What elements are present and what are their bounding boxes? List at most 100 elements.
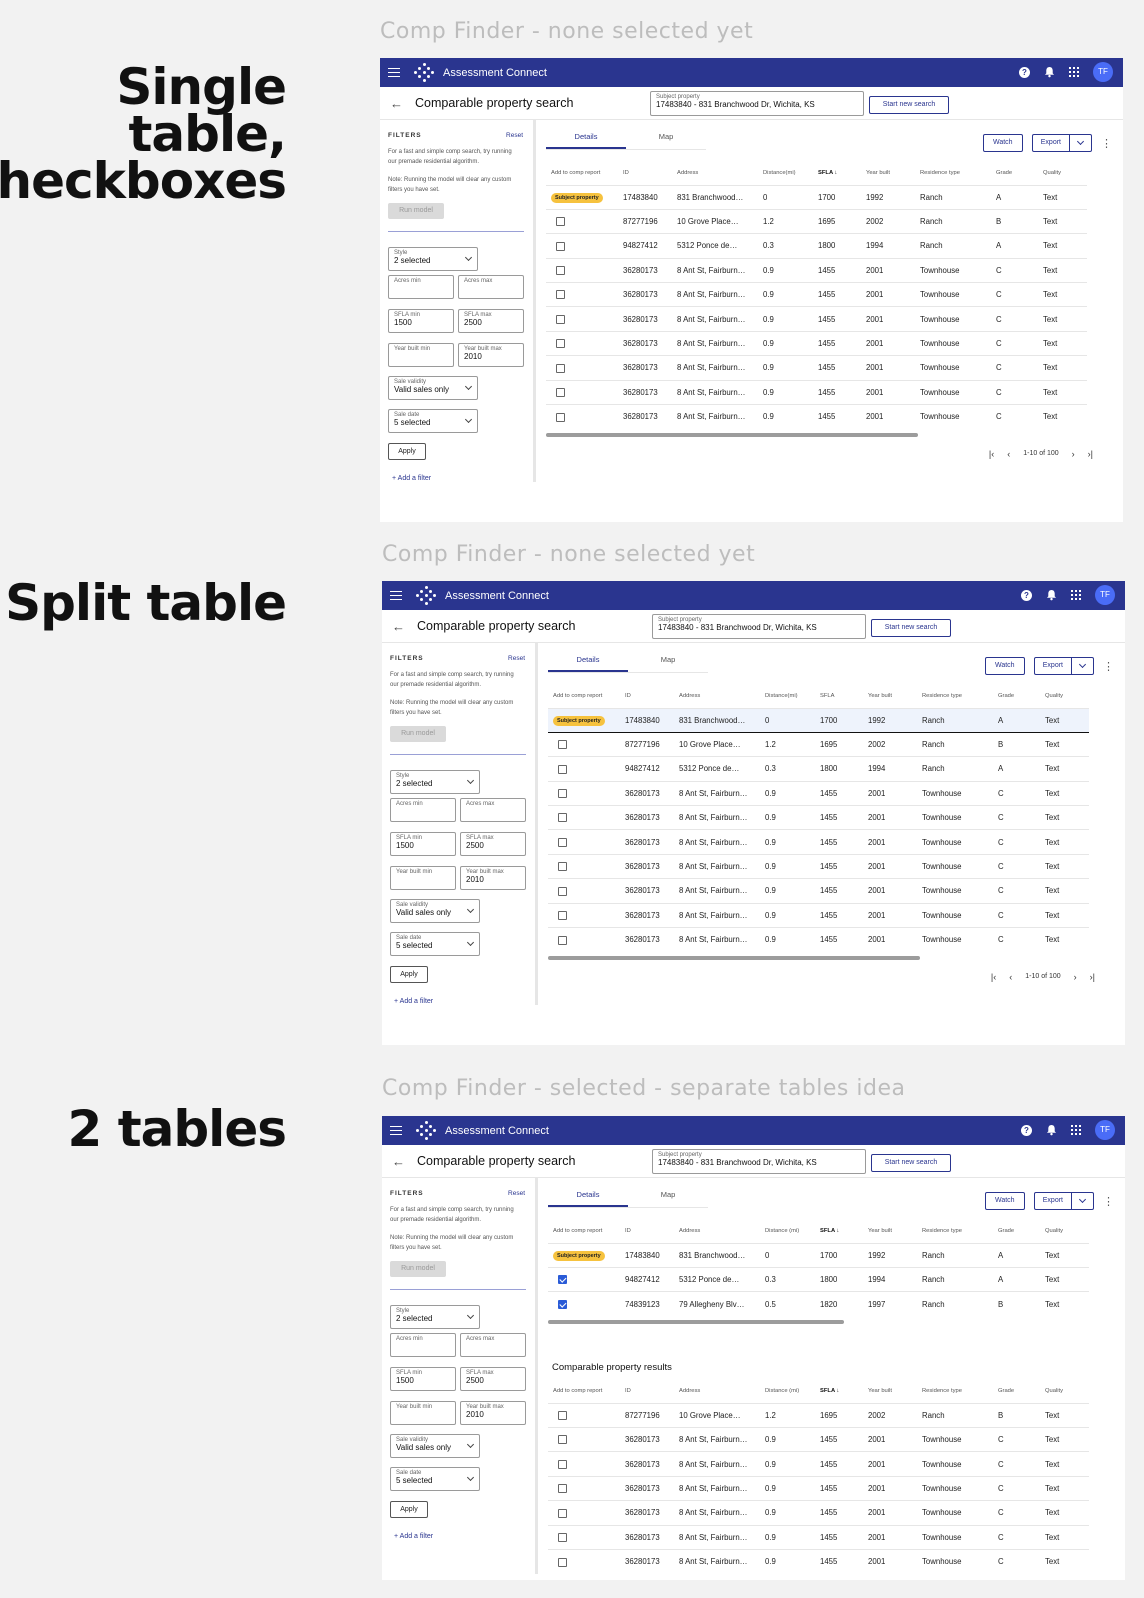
table-row[interactable]: 36280173 8 Ant St, Fairburn… 0.9 1455 2001 To… <box>548 853 1089 879</box>
tab-map[interactable]: Map <box>626 125 706 149</box>
table-row[interactable]: 94827412 5312 Ponce de… 0.3 1800 1994 Ranch A T… <box>546 233 1087 259</box>
sfla-min-field[interactable]: SFLA min 1500 <box>390 1367 456 1391</box>
reset-link[interactable]: Reset <box>508 1190 525 1197</box>
table-row[interactable]: 36280173 8 Ant St, Fairburn… 0.9 1455 2001 To… <box>546 404 1087 429</box>
tab-details[interactable]: Details <box>548 1183 628 1207</box>
table-row[interactable]: 36280173 8 Ant St, Fairburn… 0.9 1455 2001 To… <box>548 902 1089 928</box>
table-row[interactable]: 74839123 79 Allegheny Blv… 0.5 1820 1997 Ranc… <box>548 1291 1089 1317</box>
menu-icon[interactable] <box>390 591 402 600</box>
avatar[interactable]: TF <box>1095 585 1115 605</box>
add-to-report-checkbox[interactable] <box>556 339 565 349</box>
add-to-report-checkbox[interactable] <box>558 764 567 774</box>
bell-icon[interactable] <box>1044 66 1055 78</box>
table-row[interactable]: 36280173 8 Ant St, Fairburn… 0.9 1455 2001 To… <box>548 1451 1089 1477</box>
add-to-report-checkbox[interactable] <box>558 1484 567 1494</box>
chevron-down-icon[interactable] <box>1071 1193 1093 1209</box>
start-new-search-button[interactable]: Start new search <box>871 619 951 637</box>
export-button[interactable]: Export <box>1033 657 1094 675</box>
reset-link[interactable]: Reset <box>506 132 523 139</box>
table-row[interactable]: 36280173 8 Ant St, Fairburn… 0.9 1455 2001 To… <box>548 1500 1089 1526</box>
acres-min-field[interactable]: Acres min <box>388 275 454 299</box>
sale-date-select[interactable]: Sale date 5 selected <box>388 409 478 433</box>
table-row[interactable]: 36280173 8 Ant St, Fairburn… 0.9 1455 2001 To… <box>548 780 1089 806</box>
year-built-min-field[interactable]: Year built min <box>390 866 456 890</box>
acres-max-field[interactable]: Acres max <box>460 1333 526 1357</box>
menu-icon[interactable] <box>390 1126 402 1135</box>
apply-button[interactable]: Apply <box>390 1501 428 1518</box>
table-row[interactable]: 36280173 8 Ant St, Fairburn… 0.9 1455 2001 To… <box>548 927 1089 952</box>
column-header-sfla[interactable]: SFLA ↓ <box>815 1219 863 1243</box>
avatar[interactable]: TF <box>1095 1120 1115 1140</box>
add-to-report-checkbox[interactable] <box>558 1459 567 1469</box>
add-to-report-checkbox[interactable] <box>556 241 565 251</box>
year-built-min-field[interactable]: Year built min <box>390 1401 456 1425</box>
export-button[interactable]: Export <box>1033 1192 1094 1210</box>
first-page-icon[interactable]: |‹ <box>991 972 996 982</box>
subject-property-field[interactable]: Subject property 17483840 - 831 Branchwo… <box>650 91 864 116</box>
sale-validity-select[interactable]: Sale validity Valid sales only <box>388 376 478 400</box>
help-icon[interactable]: ? <box>1021 589 1032 601</box>
add-filter-link[interactable]: + Add a filter <box>390 1533 527 1540</box>
add-to-report-checkbox[interactable] <box>558 837 567 847</box>
add-to-report-checkbox[interactable] <box>556 266 565 276</box>
add-filter-link[interactable]: + Add a filter <box>388 475 525 482</box>
tab-details[interactable]: Details <box>546 125 626 149</box>
back-arrow-icon[interactable]: ← <box>392 1154 405 1169</box>
add-to-report-checkbox[interactable] <box>558 1508 567 1518</box>
table-row[interactable]: 36280173 8 Ant St, Fairburn… 0.9 1455 2001 To… <box>548 1475 1089 1501</box>
sfla-min-field[interactable]: SFLA min 1500 <box>388 309 454 333</box>
style-select[interactable]: Style 2 selected <box>390 770 480 794</box>
start-new-search-button[interactable]: Start new search <box>871 1154 951 1172</box>
table-row[interactable]: 36280173 8 Ant St, Fairburn… 0.9 1455 2001 To… <box>546 379 1087 405</box>
watch-button[interactable]: Watch <box>982 134 1023 152</box>
style-select[interactable]: Style 2 selected <box>390 1305 480 1329</box>
subject-property-field[interactable]: Subject property 17483840 - 831 Branchwo… <box>652 614 866 639</box>
back-arrow-icon[interactable]: ← <box>390 96 403 111</box>
add-to-report-checkbox[interactable] <box>558 886 567 896</box>
tab-map[interactable]: Map <box>628 648 708 672</box>
table-row[interactable]: 87277196 10 Grove Place… 1.2 1695 2002 Ranch B… <box>548 731 1089 757</box>
sfla-max-field[interactable]: SFLA max 2500 <box>460 832 526 856</box>
add-to-report-checkbox[interactable] <box>556 388 565 398</box>
table-row[interactable]: 94827412 5312 Ponce de… 0.3 1800 1994 Ranch A T… <box>548 1266 1089 1292</box>
chevron-down-icon[interactable] <box>1069 135 1091 151</box>
prev-page-icon[interactable]: ‹ <box>1007 449 1010 459</box>
table-row[interactable]: 36280173 8 Ant St, Fairburn… 0.9 1455 2001 To… <box>546 282 1087 307</box>
subject-property-field[interactable]: Subject property 17483840 - 831 Branchwo… <box>652 1149 866 1174</box>
add-to-report-checkbox[interactable] <box>558 813 567 823</box>
last-page-icon[interactable]: ›| <box>1090 972 1095 982</box>
table-row[interactable]: 36280173 8 Ant St, Fairburn… 0.9 1455 2001 To… <box>546 306 1087 332</box>
add-to-report-checkbox[interactable] <box>558 789 567 799</box>
sfla-min-field[interactable]: SFLA min 1500 <box>390 832 456 856</box>
table-row[interactable]: 36280173 8 Ant St, Fairburn… 0.9 1455 2001 To… <box>548 1549 1089 1574</box>
add-to-report-checkbox[interactable] <box>556 217 565 227</box>
tab-details[interactable]: Details <box>548 648 628 672</box>
table-row[interactable]: Subject property 17483840 831 Branchwood… 0… <box>546 184 1087 210</box>
next-page-icon[interactable]: › <box>1074 972 1077 982</box>
sale-date-select[interactable]: Sale date 5 selected <box>390 1467 480 1491</box>
sort-arrow-icon[interactable]: ↓ <box>835 170 838 176</box>
chevron-down-icon[interactable] <box>1071 658 1093 674</box>
bell-icon[interactable] <box>1046 1124 1057 1136</box>
acres-max-field[interactable]: Acres max <box>458 275 524 299</box>
style-select[interactable]: Style 2 selected <box>388 247 478 271</box>
prev-page-icon[interactable]: ‹ <box>1009 972 1012 982</box>
menu-icon[interactable] <box>388 68 400 77</box>
sort-arrow-icon[interactable]: ↓ <box>837 1228 840 1234</box>
add-to-report-checkbox[interactable] <box>558 1435 567 1445</box>
watch-button[interactable]: Watch <box>984 657 1025 675</box>
add-to-report-checkbox[interactable] <box>556 290 565 300</box>
column-header-sfla[interactable]: SFLA ↓ <box>813 161 861 185</box>
start-new-search-button[interactable]: Start new search <box>869 96 949 114</box>
add-to-report-checkbox[interactable] <box>556 363 565 373</box>
apps-icon[interactable] <box>1069 67 1079 77</box>
tab-map[interactable]: Map <box>628 1183 708 1207</box>
add-to-report-checkbox[interactable] <box>556 314 565 324</box>
sort-arrow-icon[interactable]: ↓ <box>837 1388 840 1394</box>
more-vert-icon[interactable]: ⋮ <box>1103 660 1114 673</box>
first-page-icon[interactable]: |‹ <box>989 449 994 459</box>
table-row[interactable]: 36280173 8 Ant St, Fairburn… 0.9 1455 2001 To… <box>548 1524 1089 1550</box>
add-to-report-checkbox[interactable] <box>558 935 567 945</box>
horizontal-scrollbar[interactable] <box>546 432 918 437</box>
year-built-min-field[interactable]: Year built min <box>388 343 454 367</box>
